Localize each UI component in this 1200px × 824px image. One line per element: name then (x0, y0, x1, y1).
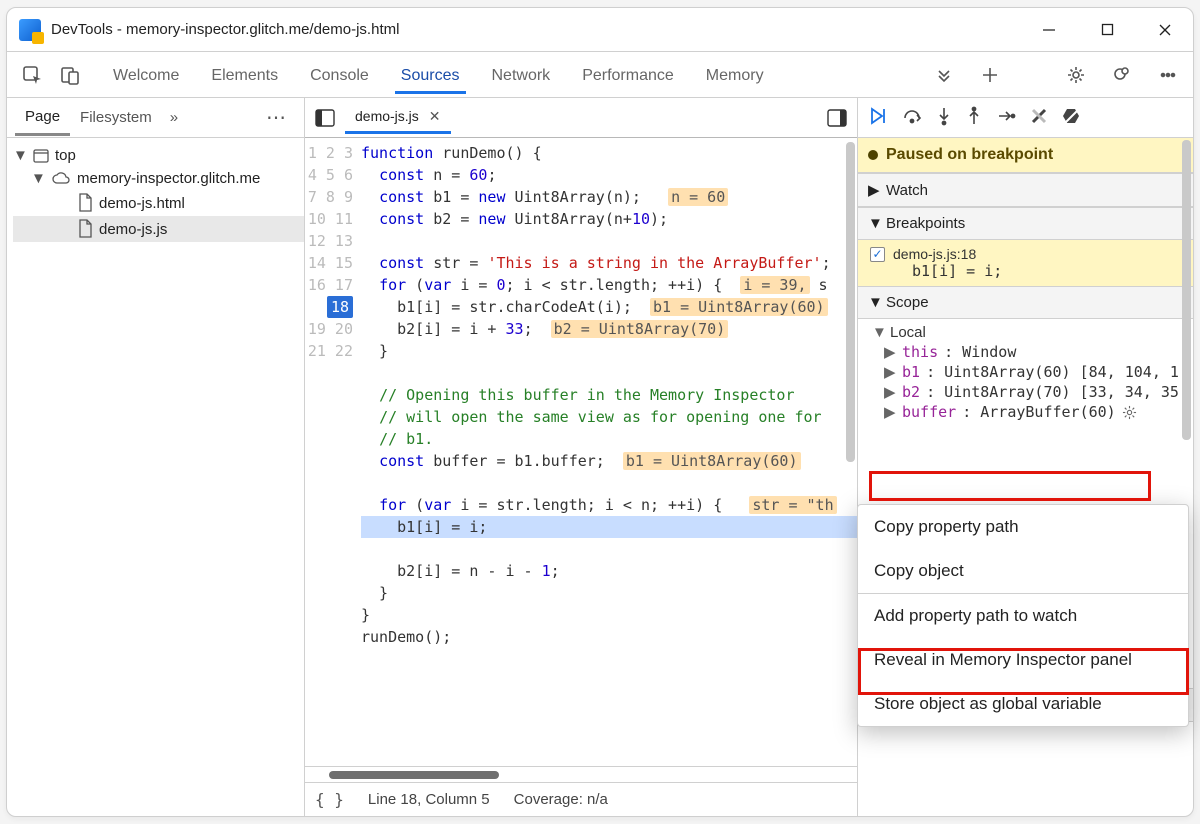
file-tree: ▼ top ▼ memory-inspector.glitch.me demo-… (7, 138, 304, 242)
breakpoints-label: Breakpoints (886, 215, 965, 232)
app-icon (19, 19, 41, 41)
editor-statusbar: { } Line 18, Column 5 Coverage: n/a (305, 782, 857, 816)
window-close-button[interactable] (1141, 9, 1189, 51)
inspect-element-icon[interactable] (15, 58, 49, 92)
editor-tabbar: demo-js.js ✕ (305, 98, 857, 138)
ctx-copy-object[interactable]: Copy object (858, 549, 1188, 593)
scope-buffer[interactable]: ▶buffer: ArrayBuffer(60) (868, 402, 1193, 422)
scope-section-header[interactable]: ▼Scope (858, 286, 1193, 319)
tab-console[interactable]: Console (308, 57, 371, 93)
line-gutter[interactable]: 1 2 3 4 5 6 7 8 9 10 11 12 13 14 15 16 1… (305, 138, 361, 766)
frame-icon (33, 149, 49, 163)
ctx-add-watch[interactable]: Add property path to watch (858, 594, 1188, 638)
editor-horizontal-scrollbar[interactable] (305, 766, 857, 782)
main-tabstrip: Welcome Elements Console Sources Network… (7, 52, 1193, 98)
step-over-icon[interactable] (902, 106, 922, 129)
step-icon[interactable] (996, 106, 1016, 129)
settings-gear-icon[interactable] (1059, 58, 1093, 92)
coverage-status: Coverage: n/a (514, 791, 608, 808)
breakpoint-checkbox[interactable] (870, 247, 885, 262)
add-tab-icon[interactable] (973, 58, 1007, 92)
panel-tabs: Welcome Elements Console Sources Network… (111, 57, 766, 93)
paused-text: Paused on breakpoint (886, 146, 1053, 164)
tab-memory[interactable]: Memory (704, 57, 766, 93)
pause-on-exceptions-icon[interactable] (1062, 106, 1082, 129)
tree-file-html-label: demo-js.html (99, 195, 185, 212)
document-icon (77, 219, 93, 239)
navigator-tab-page[interactable]: Page (15, 100, 70, 136)
tree-file-html[interactable]: demo-js.html (13, 190, 304, 216)
toggle-navigator-icon[interactable] (311, 104, 339, 132)
paused-banner: Paused on breakpoint (858, 138, 1193, 173)
device-toolbar-icon[interactable] (53, 58, 87, 92)
scope-b2[interactable]: ▶b2: Uint8Array(70) [33, 34, 35 (868, 382, 1193, 402)
breakpoint-location: demo-js.js:18 (893, 246, 976, 262)
scope-local-label: Local (890, 324, 926, 341)
resume-icon[interactable] (868, 106, 888, 129)
scope-label: Scope (886, 294, 929, 311)
tree-top-label: top (55, 147, 76, 164)
code-editor[interactable]: 1 2 3 4 5 6 7 8 9 10 11 12 13 14 15 16 1… (305, 138, 857, 766)
ctx-reveal-memory-inspector[interactable]: Reveal in Memory Inspector panel (858, 638, 1188, 682)
ctx-copy-property-path[interactable]: Copy property path (858, 505, 1188, 549)
tab-elements[interactable]: Elements (209, 57, 280, 93)
tree-file-js-label: demo-js.js (99, 221, 167, 238)
more-tabs-icon[interactable] (927, 58, 961, 92)
code-content[interactable]: function runDemo() { const n = 60; const… (361, 138, 857, 766)
breakpoints-section-header[interactable]: ▼Breakpoints (858, 207, 1193, 240)
tree-origin-label: memory-inspector.glitch.me (77, 170, 260, 187)
editor-tab-file[interactable]: demo-js.js ✕ (345, 102, 451, 134)
tab-network[interactable]: Network (490, 57, 553, 93)
ctx-store-global[interactable]: Store object as global variable (858, 682, 1188, 726)
feedback-icon[interactable] (1105, 58, 1139, 92)
debugger-toolbar (858, 98, 1193, 138)
pretty-print-icon[interactable]: { } (315, 790, 344, 809)
cursor-position: Line 18, Column 5 (368, 791, 490, 808)
scope-b1[interactable]: ▶b1: Uint8Array(60) [84, 104, 1 (868, 362, 1193, 382)
step-out-icon[interactable] (966, 106, 982, 129)
watch-section-header[interactable]: ▶Watch (858, 173, 1193, 207)
kebab-menu-icon[interactable] (1151, 58, 1185, 92)
navigator-tab-filesystem[interactable]: Filesystem (70, 101, 162, 134)
close-tab-icon[interactable]: ✕ (429, 108, 441, 125)
deactivate-breakpoints-icon[interactable] (1030, 107, 1048, 128)
tab-sources[interactable]: Sources (399, 57, 462, 93)
memory-inspector-gear-icon[interactable] (1122, 405, 1137, 420)
titlebar: DevTools - memory-inspector.glitch.me/de… (7, 8, 1193, 52)
tab-performance[interactable]: Performance (580, 57, 676, 93)
watch-label: Watch (886, 182, 928, 199)
window-minimize-button[interactable] (1025, 9, 1073, 51)
scope-body: ▼Local ▶this: Window ▶b1: Uint8Array(60)… (858, 319, 1193, 428)
document-icon (77, 193, 93, 213)
scope-this[interactable]: ▶this: Window (868, 342, 1193, 362)
navigator-panel: Page Filesystem » ⋯ ▼ top ▼ memory-inspe… (7, 98, 305, 816)
cloud-icon (51, 172, 71, 186)
breakpoint-item[interactable]: demo-js.js:18 b1[i] = i; (858, 240, 1193, 286)
tree-origin[interactable]: ▼ memory-inspector.glitch.me (13, 167, 304, 190)
toggle-debugger-icon[interactable] (823, 104, 851, 132)
step-into-icon[interactable] (936, 106, 952, 129)
navigator-tabs: Page Filesystem » ⋯ (7, 98, 304, 138)
navigator-overflow-icon[interactable]: » (170, 109, 178, 126)
paused-dot-icon (868, 150, 878, 160)
context-menu: Copy property path Copy object Add prope… (857, 504, 1189, 727)
tree-top-frame[interactable]: ▼ top (13, 144, 304, 167)
editor-vertical-scrollbar[interactable] (844, 142, 857, 762)
window-maximize-button[interactable] (1083, 9, 1131, 51)
navigator-more-icon[interactable]: ⋯ (258, 105, 296, 130)
window-title: DevTools - memory-inspector.glitch.me/de… (51, 21, 399, 38)
editor-panel: demo-js.js ✕ 1 2 3 4 5 6 7 8 9 10 11 12 … (305, 98, 858, 816)
scope-local-header[interactable]: ▼Local (868, 323, 1193, 342)
editor-tab-label: demo-js.js (355, 108, 419, 124)
tree-file-js[interactable]: demo-js.js (13, 216, 304, 242)
tab-welcome[interactable]: Welcome (111, 57, 181, 93)
breakpoint-code: b1[i] = i; (870, 262, 1183, 280)
